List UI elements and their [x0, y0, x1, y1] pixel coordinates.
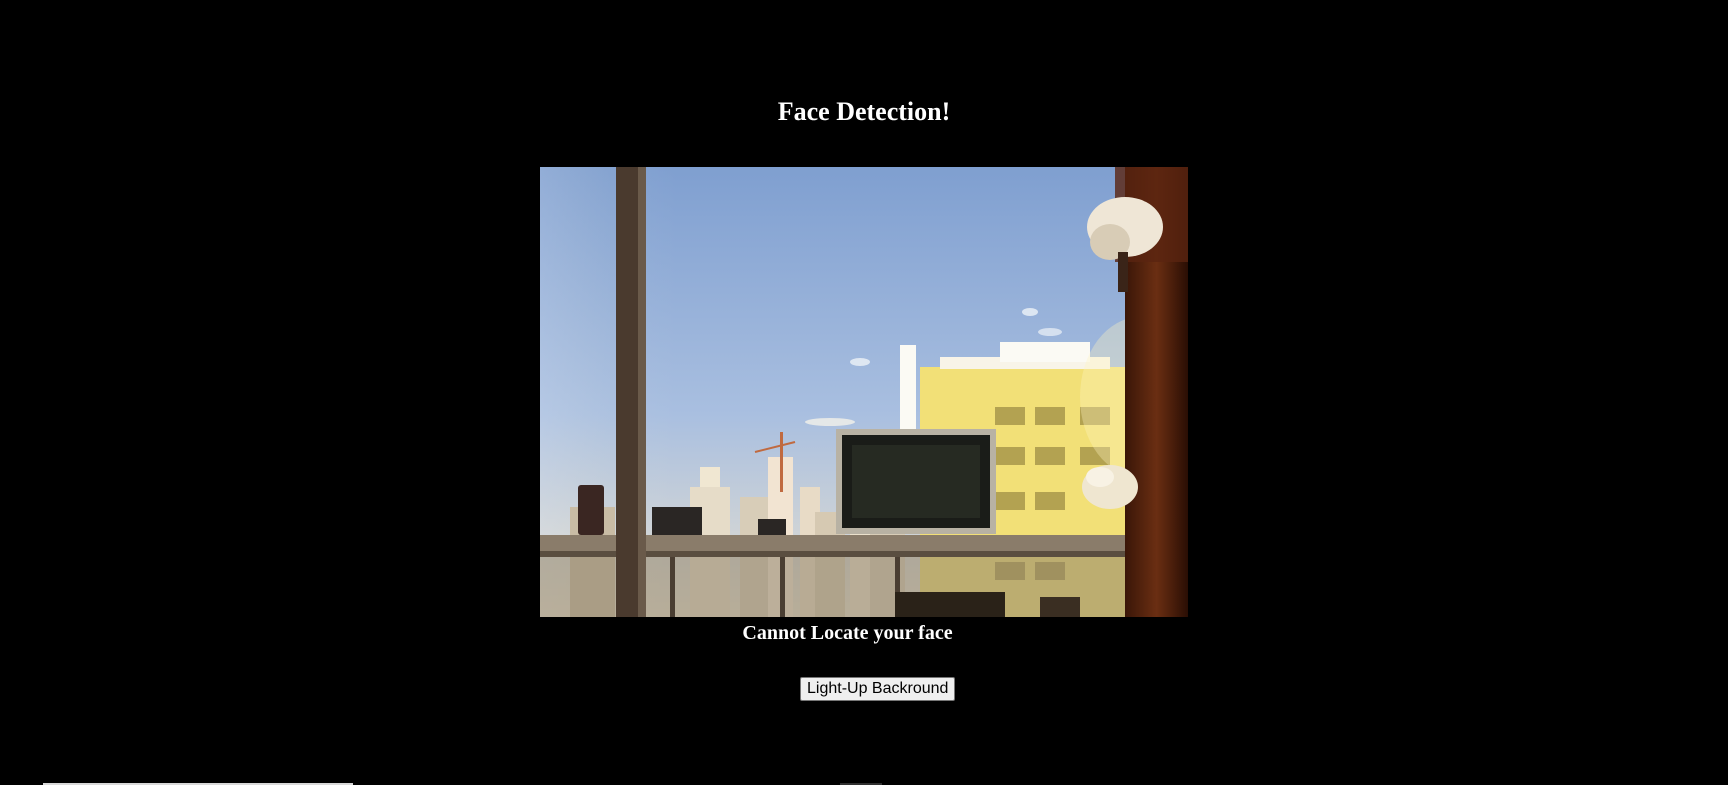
- camera-feed: [540, 167, 1188, 617]
- status-message: Cannot Locate your face: [742, 622, 953, 644]
- light-up-background-button[interactable]: Light-Up Backround: [800, 677, 956, 701]
- camera-feed-image: [540, 167, 1188, 617]
- page-title: Face Detection!: [777, 97, 951, 126]
